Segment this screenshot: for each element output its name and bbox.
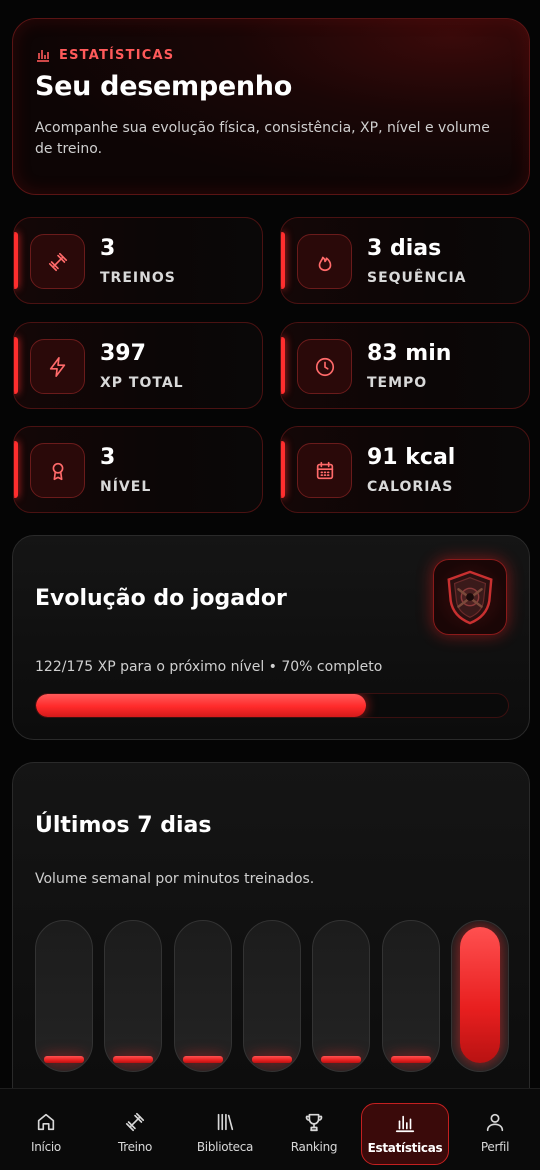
- weekly-bar-chart: [35, 920, 509, 1072]
- stat-card-nivel[interactable]: 3 NÍVEL: [13, 426, 263, 513]
- stat-card-xp[interactable]: 397 XP TOTAL: [13, 322, 263, 409]
- stat-icon-box: [297, 234, 352, 289]
- weekly-bar-fill: [44, 1056, 84, 1063]
- weekly-volume-card: Últimos 7 dias Volume semanal por minuto…: [12, 762, 530, 1122]
- bar-chart-icon: [37, 50, 49, 62]
- stat-icon-box: [30, 234, 85, 289]
- nav-label: Treino: [117, 1140, 153, 1154]
- library-icon: [217, 1113, 234, 1131]
- nav-label: Biblioteca: [196, 1140, 254, 1154]
- nav-label: Início: [31, 1140, 61, 1154]
- stat-card-treinos[interactable]: 3 TREINOS: [13, 217, 263, 304]
- stat-label: SEQUÊNCIA: [367, 270, 467, 286]
- evolution-title: Evolução do jogador: [35, 586, 287, 611]
- stat-card-calorias[interactable]: 91 kcal CALORIAS: [280, 426, 530, 513]
- page-description: Acompanhe sua evolução física, consistên…: [35, 120, 490, 157]
- bar-chart-icon: [395, 1115, 415, 1133]
- trophy-icon: [305, 1113, 323, 1132]
- weekly-bar-day-6: [381, 920, 440, 1072]
- weekly-bar-day-4: [243, 920, 301, 1072]
- user-icon: [486, 1113, 504, 1132]
- stat-value: 3: [100, 236, 116, 261]
- dumbbell-icon: [48, 252, 67, 271]
- weekly-bar-fill: [182, 1056, 223, 1063]
- stat-card-tempo[interactable]: 83 min TEMPO: [280, 322, 530, 409]
- stat-label: TREINOS: [100, 270, 176, 286]
- weekly-bar-fill: [113, 1056, 154, 1063]
- eyebrow-label: ESTATÍSTICAS: [59, 47, 175, 63]
- weekly-bar-day-7: [451, 920, 509, 1072]
- page-title: Seu desempenho: [35, 71, 292, 102]
- nav-item-biblioteca[interactable]: Biblioteca: [185, 1103, 265, 1165]
- award-icon: [52, 462, 63, 480]
- stat-value: 3 dias: [367, 236, 442, 261]
- weekly-bar-day-5: [312, 920, 371, 1072]
- stat-label: XP TOTAL: [100, 375, 184, 391]
- stat-value: 91 kcal: [367, 445, 456, 470]
- weekly-bar-fill: [252, 1056, 292, 1063]
- stat-icon-box: [297, 443, 352, 498]
- stat-icon-box: [297, 339, 352, 394]
- stat-label: TEMPO: [367, 375, 428, 391]
- stat-value: 83 min: [367, 341, 452, 366]
- weekly-bar-fill: [390, 1056, 431, 1063]
- weekly-bar-fill: [321, 1056, 362, 1063]
- xp-progress-text: 122/175 XP para o próximo nível • 70% co…: [35, 659, 383, 675]
- stat-card-sequencia[interactable]: 3 dias SEQUÊNCIA: [280, 217, 530, 304]
- weekly-bar-day-2: [104, 920, 163, 1072]
- flame-icon: [318, 256, 331, 271]
- stat-value: 397: [100, 341, 146, 366]
- nav-item-ranking[interactable]: Ranking: [274, 1103, 354, 1165]
- nav-item-estatisticas[interactable]: Estatísticas: [361, 1103, 449, 1165]
- weekly-bar-day-1: [35, 920, 93, 1072]
- clock-icon: [315, 357, 334, 376]
- nav-label: Ranking: [290, 1140, 338, 1154]
- stat-value: 3: [100, 445, 116, 470]
- weekly-subtitle: Volume semanal por minutos treinados.: [35, 871, 315, 887]
- home-icon: [37, 1113, 55, 1131]
- lightning-icon: [49, 356, 65, 377]
- bottom-navigation: Início Treino Biblioteca Ranking Estatís…: [0, 1088, 540, 1170]
- section-eyebrow: ESTATÍSTICAS: [35, 47, 507, 63]
- player-evolution-card: Evolução do jogador 122/175 XP para o pr…: [12, 535, 530, 740]
- xp-progress-bar: [35, 693, 509, 718]
- xp-progress-fill: [36, 694, 367, 717]
- weekly-bar-day-3: [173, 920, 232, 1072]
- stat-label: NÍVEL: [100, 479, 152, 495]
- shield-emblem-icon: [447, 570, 493, 625]
- dumbbell-icon: [125, 1112, 145, 1132]
- nav-label: Perfil: [480, 1140, 510, 1154]
- nav-item-perfil[interactable]: Perfil: [455, 1103, 535, 1165]
- stat-icon-box: [30, 443, 85, 498]
- weekly-bar-fill: [460, 927, 500, 1063]
- stat-label: CALORIAS: [367, 479, 454, 495]
- nav-item-inicio[interactable]: Início: [6, 1103, 86, 1165]
- stat-icon-box: [30, 339, 85, 394]
- level-badge: [433, 559, 507, 635]
- stats-header-card: ESTATÍSTICAS Seu desempenho Acompanhe su…: [12, 18, 530, 195]
- calendar-icon: [316, 461, 333, 479]
- weekly-title: Últimos 7 dias: [35, 813, 212, 838]
- nav-item-treino[interactable]: Treino: [95, 1103, 175, 1165]
- nav-label: Estatísticas: [367, 1141, 443, 1155]
